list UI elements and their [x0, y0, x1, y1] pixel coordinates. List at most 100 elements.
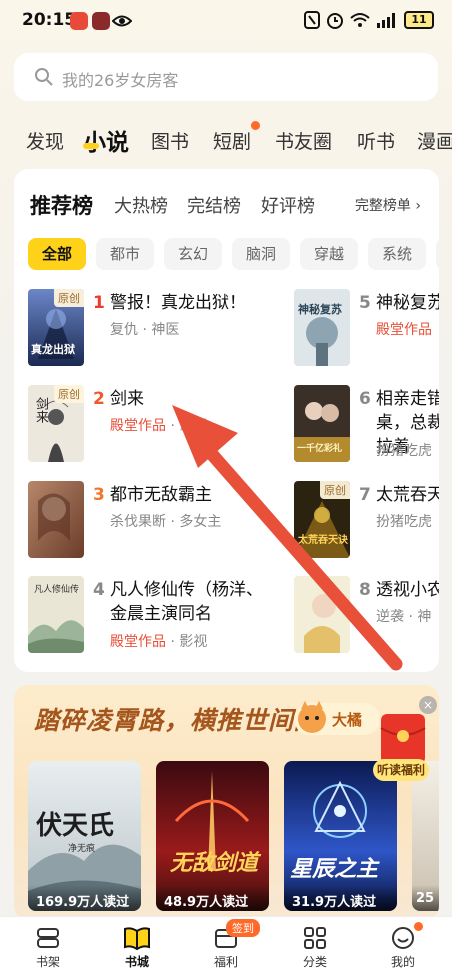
rank-tab-top-rated[interactable]: 好评榜 — [261, 192, 315, 218]
smile-icon — [392, 927, 414, 949]
listen-welfare-label[interactable]: 听读福利 — [373, 759, 429, 781]
bookshelf-icon — [37, 928, 59, 948]
open-book-icon — [124, 927, 150, 951]
mascot-badge[interactable]: 大橘 — [292, 697, 382, 741]
promo-title: 踏碎凌霄路，横推世间敌 — [34, 706, 321, 735]
nav-category[interactable]: 分类 — [285, 925, 345, 970]
nav-bookstore[interactable]: 书城 — [107, 925, 167, 970]
notification-app-icon — [70, 12, 88, 30]
list-item[interactable]: 剑来 原创 2 剑来 殿堂作品 · 影视 — [28, 385, 288, 465]
nav-bookshelf[interactable]: 书架 — [18, 925, 78, 970]
cover-title: 剑来 — [33, 397, 48, 423]
cover-title: 太荒吞天诀 — [298, 535, 348, 546]
list-item[interactable]: 太荒吞天诀 原创 7 太荒吞天 扮猪吃虎 — [294, 481, 439, 561]
tab-novel[interactable]: 小说 — [83, 123, 129, 157]
book-title: 太荒吞天 — [376, 485, 439, 505]
book-cover — [28, 481, 84, 558]
list-item[interactable]: 8 透视小农 逆袭 · 神 — [294, 576, 439, 656]
list-item[interactable]: 凡人修仙传 4 凡人修仙传（杨洋、金晨主演同名 殿堂作品 · 影视 — [28, 576, 288, 656]
nfc-icon — [304, 11, 320, 29]
chip-system[interactable]: 系统 — [368, 238, 426, 270]
original-badge: 原创 — [54, 385, 84, 403]
chip-brain[interactable]: 脑洞 — [232, 238, 290, 270]
book-cover: 真龙出狱 原创 — [28, 289, 84, 366]
promo-book-card[interactable]: 无敌剑道 48.9万人读过 — [156, 761, 269, 911]
mascot-label: 大橘 — [332, 711, 363, 729]
original-badge: 原创 — [320, 481, 350, 499]
book-tags: 殿堂作品 · 影视 — [110, 418, 208, 434]
tab-comics[interactable]: 漫画 — [417, 127, 452, 154]
list-item[interactable]: 3 都市无敌霸主 杀伐果断 · 多女主 — [28, 481, 288, 561]
promo-book-card[interactable]: 伏天氏 净无痕 169.9万人读过 — [28, 761, 141, 911]
tab-books[interactable]: 图书 — [151, 127, 189, 154]
cover-title: 真龙出狱 — [31, 343, 75, 356]
chip-history[interactable]: 历史 — [436, 238, 439, 270]
rank-tab-recommend[interactable]: 推荐榜 — [30, 190, 93, 220]
cover-title: 凡人修仙传 — [34, 585, 80, 595]
book-title: 透视小农 — [376, 580, 439, 600]
search-placeholder: 我的26岁女房客 — [62, 71, 179, 90]
rank-number: 7 — [359, 485, 371, 505]
book-title: 警报！真龙出狱！ — [110, 293, 246, 313]
cover-author: 净无痕 — [68, 844, 96, 854]
rank-tab-completed[interactable]: 完结榜 — [187, 192, 241, 218]
battery-indicator: 11 — [404, 11, 434, 29]
chip-all[interactable]: 全部 — [28, 238, 86, 270]
rank-tab-hot[interactable]: 大热榜 — [114, 192, 168, 218]
tab-discover[interactable]: 发现 — [26, 127, 64, 154]
promo-book-card[interactable]: 星辰之主 31.9万人读过 — [284, 761, 397, 911]
book-title: 都市无敌霸主 — [110, 485, 212, 505]
tab-book-circle[interactable]: 书友圈 — [275, 127, 332, 154]
grid-icon — [304, 927, 326, 949]
book-cover: 剑来 原创 — [28, 385, 84, 462]
read-count: 169.9万人读过 — [28, 885, 141, 911]
list-item[interactable]: 真龙出狱 原创 1 警报！真龙出狱！ 复仇 · 神医 — [28, 289, 288, 369]
chip-time-travel[interactable]: 穿越 — [300, 238, 358, 270]
nav-label: 我的 — [390, 955, 415, 969]
list-item[interactable]: 神秘复苏 5 神秘复苏 殿堂作品 — [294, 289, 439, 369]
rank-number: 4 — [93, 580, 105, 600]
list-item[interactable]: 一千亿彩礼 6 相亲走错桌，总裁拉着 扮猪吃虎 — [294, 385, 439, 465]
tab-audiobook[interactable]: 听书 — [357, 127, 395, 154]
book-cover: 凡人修仙传 — [28, 576, 84, 653]
book-title: 凡人修仙传（杨洋、金晨主演同名 — [110, 580, 263, 624]
new-dot-badge — [251, 121, 260, 130]
checkin-badge[interactable]: 签到 — [226, 919, 260, 937]
tab-short-drama[interactable]: 短剧 — [213, 127, 251, 154]
search-icon — [35, 68, 53, 86]
read-count: 31.9万人读过 — [284, 885, 397, 911]
signal-icon — [377, 13, 395, 28]
book-cover: 太荒吞天诀 原创 — [294, 481, 350, 558]
search-input[interactable]: 我的26岁女房客 — [14, 53, 438, 101]
active-tab-indicator — [83, 143, 99, 149]
book-tags: 复仇 · 神医 — [110, 322, 180, 338]
ranking-card: 推荐榜 大热榜 完结榜 好评榜 完整榜单 › 全部 都市 玄幻 脑洞 穿越 系统… — [14, 169, 439, 672]
book-tags: 扮猪吃虎 — [376, 443, 432, 459]
book-title: 神秘复苏 — [376, 293, 439, 313]
book-cover — [294, 576, 350, 653]
status-time: 20:15 — [22, 10, 77, 30]
close-icon[interactable]: × — [419, 696, 437, 714]
read-count: 25 — [412, 885, 439, 911]
nav-label: 福利 — [213, 955, 238, 969]
chip-fantasy[interactable]: 玄幻 — [164, 238, 222, 270]
rank-number: 5 — [359, 293, 371, 313]
book-cover: 神秘复苏 — [294, 289, 350, 366]
rank-number: 2 — [93, 389, 105, 409]
cover-title: 伏天氏 — [36, 811, 115, 841]
full-rank-link[interactable]: 完整榜单 › — [355, 195, 421, 215]
book-tags: 杀伐果断 · 多女主 — [110, 514, 222, 530]
chip-city[interactable]: 都市 — [96, 238, 154, 270]
cover-title: 星辰之主 — [290, 857, 379, 882]
nav-profile[interactable]: 我的 — [373, 925, 433, 970]
rank-number: 8 — [359, 580, 371, 600]
nav-label: 书架 — [35, 955, 60, 969]
cover-title: 一千亿彩礼 — [297, 444, 343, 454]
eye-icon — [112, 15, 132, 27]
rank-number: 1 — [93, 293, 105, 313]
book-cover: 一千亿彩礼 — [294, 385, 350, 462]
promo-book-card[interactable]: 25 — [412, 761, 439, 911]
status-bar: 20:15 11 — [0, 0, 452, 44]
book-tags: 殿堂作品 · 影视 — [110, 634, 208, 650]
original-badge: 原创 — [54, 289, 84, 307]
